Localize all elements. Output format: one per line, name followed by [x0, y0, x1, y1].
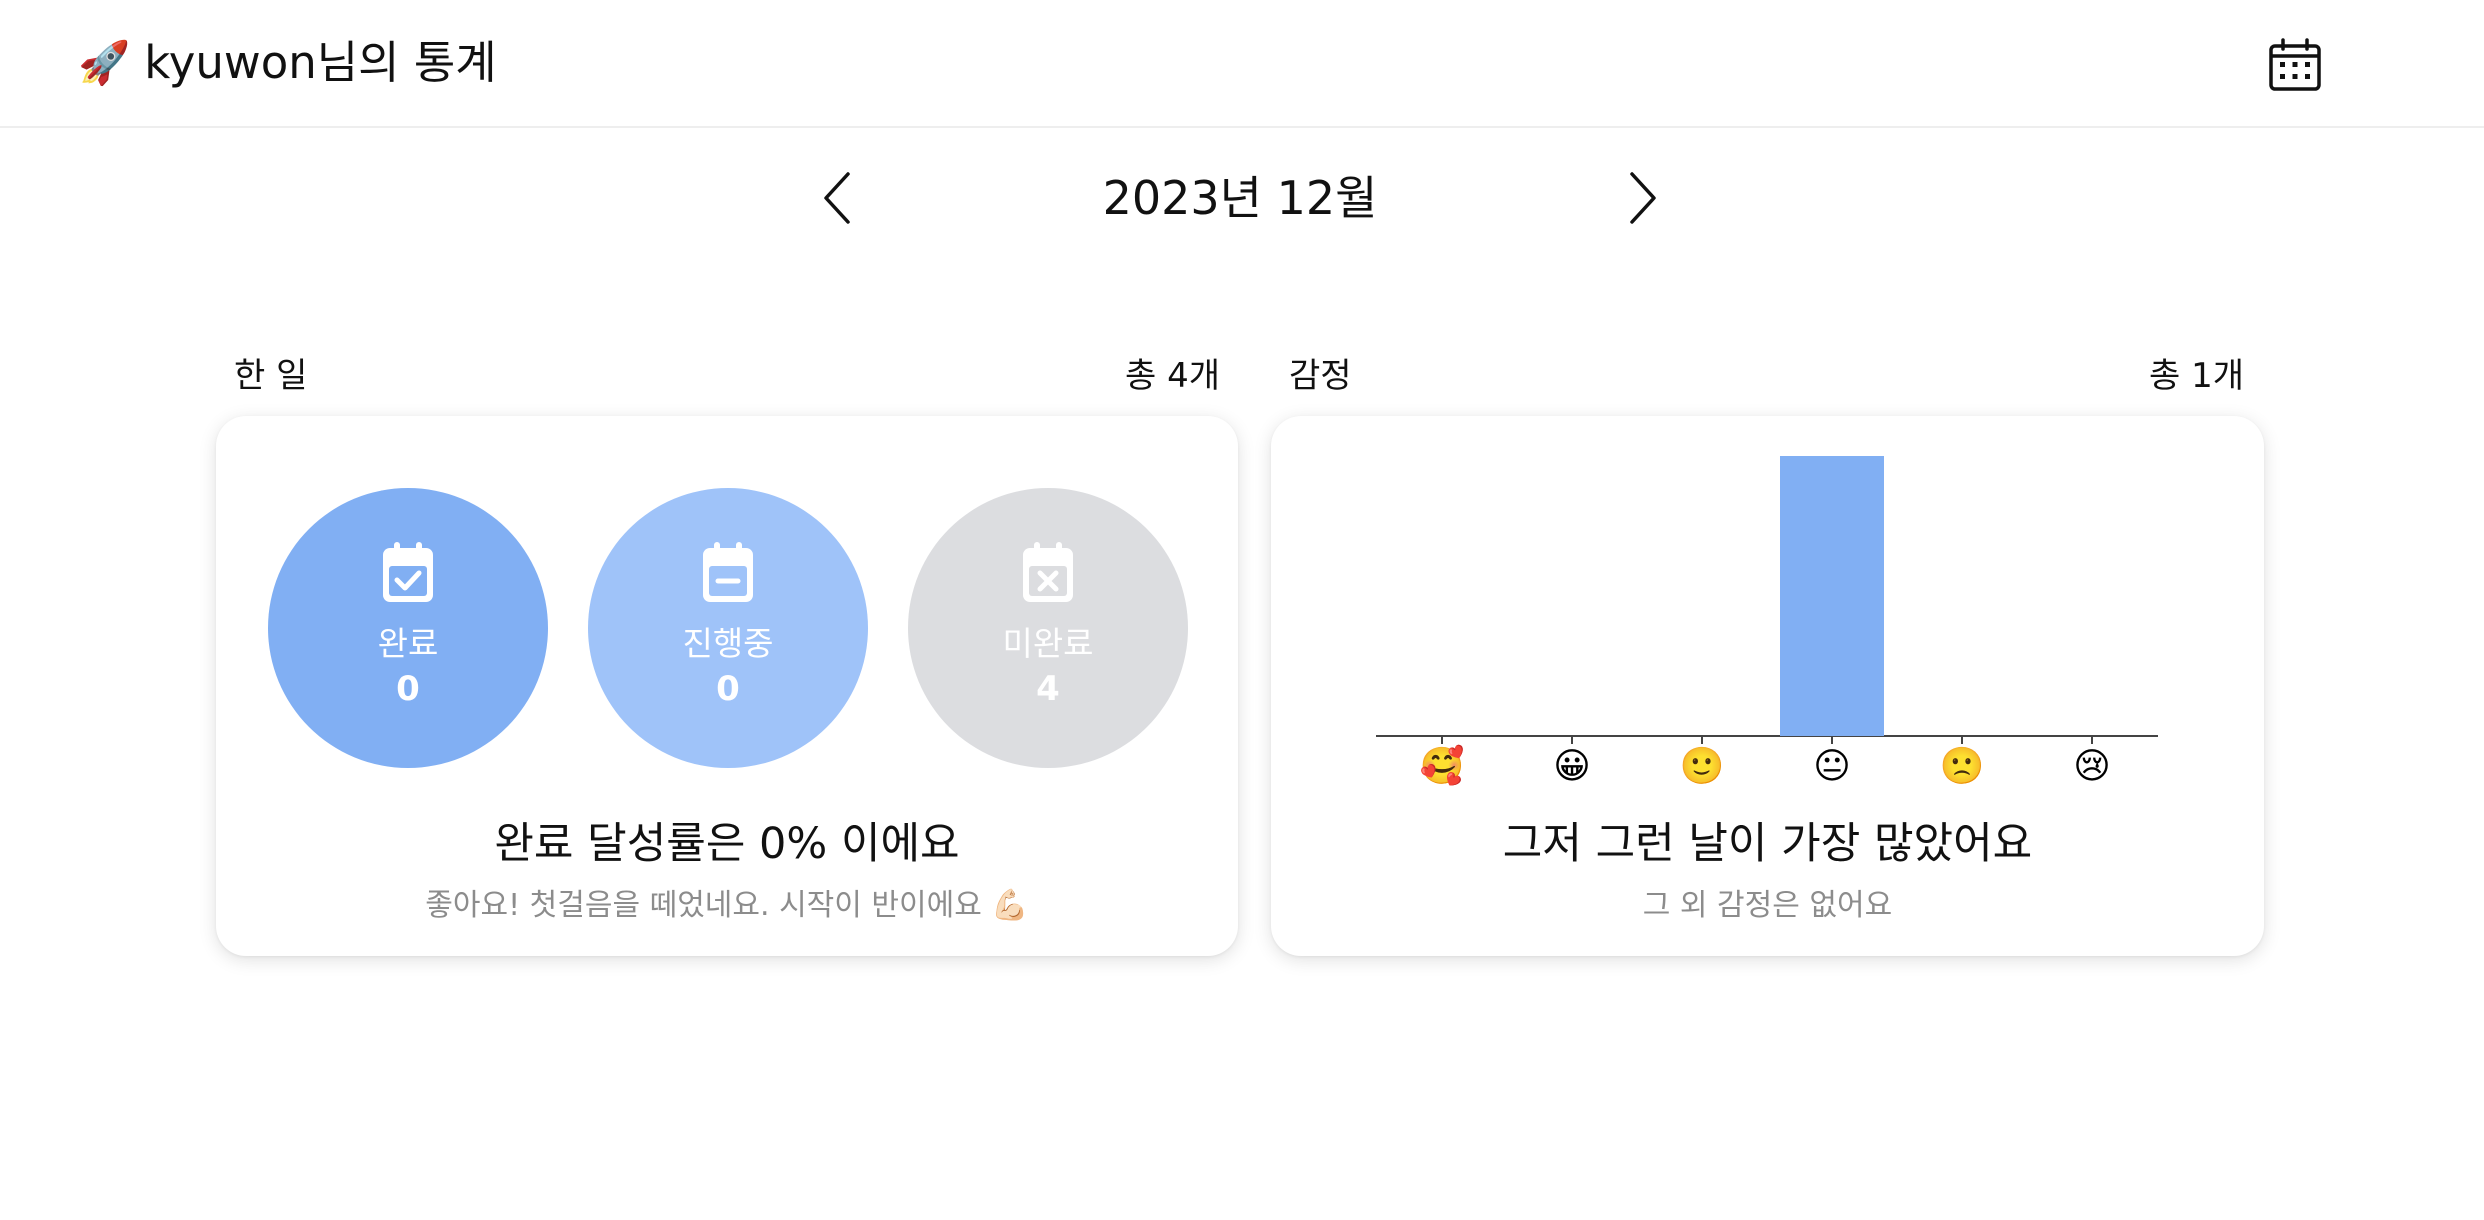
rocket-icon: 🚀 — [78, 38, 131, 87]
next-month-button[interactable] — [1622, 170, 1662, 226]
status-count: 0 — [396, 669, 420, 709]
emotion-tick-label: 🙁 — [1940, 746, 1985, 787]
chevron-right-icon — [1630, 172, 1656, 224]
month-navigation: 2023년 12월 — [0, 150, 2484, 246]
encouragement-message: 좋아요! 첫걸음을 떼었네요. 시작이 반이에요 💪🏻 — [425, 888, 1029, 923]
emotion-bar-chart: 🥰 😀 🙂 😐 🙁 😢 — [1376, 456, 2158, 787]
emotion-tick-label: 😢 — [2073, 746, 2111, 787]
app-header: 🚀 kyuwon님의 통계 — [0, 0, 2484, 128]
status-incomplete[interactable]: 미완료 4 — [908, 488, 1188, 768]
completion-rate-headline: 완료 달성률은 0% 이에요 — [494, 819, 960, 869]
status-label: 미완료 — [1002, 624, 1094, 663]
status-count: 4 — [1036, 669, 1060, 709]
app-title: 🚀 kyuwon님의 통계 — [78, 32, 497, 94]
status-in-progress[interactable]: 진행중 0 — [588, 488, 868, 768]
prev-month-button[interactable] — [818, 170, 858, 226]
current-month-label: 2023년 12월 — [1102, 171, 1378, 225]
page-title: kyuwon님의 통계 — [144, 36, 497, 89]
emotions-card: 🥰 😀 🙂 😐 🙁 😢 그저 그런 날이 가장 많았어요 그 외 감정은 없어요 — [1271, 416, 2264, 956]
chevron-left-icon — [824, 172, 850, 224]
emotion-tick-label: 🥰 — [1420, 744, 1465, 787]
emotion-headline: 그저 그런 날이 가장 많았어요 — [1502, 819, 2033, 869]
status-label: 완료 — [377, 624, 439, 663]
emotions-section-label: 감정 — [1289, 356, 1352, 396]
emotion-tick-label: 😐 — [1813, 746, 1851, 787]
status-completed[interactable]: 완료 0 — [268, 488, 548, 768]
tasks-card: 완료 0 진행중 0 미완료 4 완료 달성률은 0% 이에요 좋아요! 첫걸음… — [216, 416, 1238, 956]
emotion-tick-label: 🙂 — [1680, 746, 1725, 787]
calendar-minus-icon — [703, 542, 753, 602]
tasks-section-label: 한 일 — [234, 356, 308, 396]
emotion-tick-label: 😀 — [1553, 746, 1591, 787]
emotions-total-count: 총 1개 — [2149, 356, 2244, 396]
status-count: 0 — [716, 669, 740, 709]
status-label: 진행중 — [682, 624, 774, 663]
calendar-check-icon — [383, 542, 433, 602]
tasks-total-count: 총 4개 — [1125, 356, 1220, 396]
calendar-x-icon — [1023, 542, 1073, 602]
emotion-message: 그 외 감정은 없어요 — [1642, 888, 1893, 923]
calendar-icon[interactable] — [2268, 38, 2322, 92]
emotion-bar — [1780, 456, 1884, 736]
